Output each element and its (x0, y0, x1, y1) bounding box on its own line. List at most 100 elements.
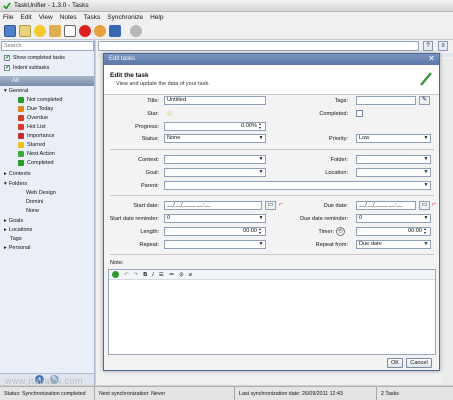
tree-folder-none[interactable]: None (0, 207, 94, 215)
tree-overdue[interactable]: Overdue (0, 114, 94, 122)
tree-folders[interactable]: ▾ Folders (0, 180, 94, 188)
tree-starred[interactable]: Starred (0, 141, 94, 149)
tree-folder-domini[interactable]: Domini (0, 198, 94, 206)
timer-input[interactable]: 00:00 (356, 227, 431, 236)
tree-starred-label: Starred (27, 142, 46, 148)
start-reminder-select[interactable]: 0 ▼ (164, 214, 266, 223)
progress-input[interactable]: 0.00% (164, 122, 266, 131)
indent-subtasks-option[interactable]: ✔ Indent subtasks (4, 63, 49, 72)
menu-view[interactable]: View (39, 14, 53, 21)
redo-icon[interactable]: ↷ (134, 272, 139, 278)
tree-not-completed[interactable]: Not completed (0, 96, 94, 104)
star-icon[interactable] (34, 25, 46, 37)
reset-date-icon[interactable]: ⌐ (432, 201, 436, 208)
strikethrough-icon[interactable]: ⊘ (179, 272, 184, 278)
star-toggle-icon[interactable]: ☆ (166, 109, 173, 118)
context-select[interactable]: ▼ (164, 155, 266, 164)
repeat-from-select[interactable]: Due date ▼ (356, 240, 431, 249)
tree-tags[interactable]: Tags (0, 235, 94, 243)
tree-due-today[interactable]: Due Today (0, 105, 94, 113)
tree-general[interactable]: ▾ General (0, 87, 94, 95)
show-completed-option[interactable]: ✔ Show completed tasks (4, 53, 65, 62)
document-icon[interactable] (64, 25, 76, 37)
tree-hot-list[interactable]: Hot List (0, 123, 94, 131)
tree-all[interactable]: All (0, 76, 94, 86)
attach-icon[interactable]: ⌀ (189, 272, 192, 278)
calendar-icon[interactable]: ▭ (419, 201, 430, 210)
location-select[interactable]: ▼ (356, 168, 431, 177)
pause-icon[interactable] (109, 25, 121, 37)
bold-icon[interactable]: B (143, 272, 147, 278)
menu-help[interactable]: Help (150, 14, 163, 21)
length-spinner-icon[interactable]: ▴ ▾ (259, 227, 261, 235)
tree-next-action[interactable]: Next Action (0, 150, 94, 158)
start-date-input[interactable]: __/__/____ __:__ (164, 201, 262, 210)
tree-locations[interactable]: ▸ Locations (0, 226, 94, 234)
menu-bar: File Edit View Notes Tasks Synchronize H… (0, 12, 453, 23)
calendar-icon[interactable]: ▭ (265, 201, 276, 210)
show-completed-checkbox[interactable]: ✔ (4, 54, 10, 61)
task-list-menu-icon[interactable]: ≡ (438, 41, 448, 51)
menu-edit[interactable]: Edit (20, 14, 31, 21)
sidebar-search-input[interactable] (1, 41, 94, 51)
parent-select[interactable]: ▼ (164, 181, 431, 190)
due-reminder-select[interactable]: 0 ▼ (356, 214, 431, 223)
cancel-button[interactable]: Cancel (406, 358, 432, 368)
numbered-list-icon[interactable]: ≔ (169, 272, 175, 278)
tree-personal[interactable]: ▸ Personal (0, 244, 94, 252)
collapse-arrow-icon[interactable]: ▸ (4, 171, 7, 177)
tree-contexts-label: Contexts (8, 171, 31, 177)
sync-icon[interactable] (94, 25, 106, 37)
priority-select[interactable]: Low ▼ (356, 134, 431, 143)
title-input[interactable]: Untitled (164, 96, 266, 105)
indent-subtasks-checkbox[interactable]: ✔ (4, 64, 10, 71)
collapse-arrow-icon[interactable]: ▸ (4, 245, 7, 251)
timer-clock-icon[interactable]: ◴ (336, 227, 345, 236)
menu-notes[interactable]: Notes (60, 14, 77, 21)
folder-icon[interactable] (49, 25, 61, 37)
note-icon[interactable] (19, 25, 31, 37)
search-help-icon[interactable]: ? (423, 41, 433, 51)
clock-icon (18, 106, 24, 112)
tree-importance[interactable]: Importance (0, 132, 94, 140)
timer-spinner-icon[interactable]: ▴ ▾ (424, 227, 426, 235)
folder-select[interactable]: ▼ (356, 155, 431, 164)
menu-file[interactable]: File (3, 14, 13, 21)
expand-arrow-icon[interactable]: ▾ (4, 88, 7, 94)
expand-arrow-icon[interactable]: ▾ (4, 181, 7, 187)
chevron-down-icon: ▼ (423, 135, 429, 141)
task-list-scrollbar[interactable] (441, 58, 453, 385)
chevron-down-icon: ▼ (258, 135, 264, 141)
tags-input[interactable] (356, 96, 416, 105)
undo-icon[interactable]: ↶ (124, 272, 129, 278)
delete-icon[interactable] (79, 25, 91, 37)
goal-select[interactable]: ▼ (164, 168, 266, 177)
tree-goals[interactable]: ▸ Goals (0, 217, 94, 225)
ok-button[interactable]: OK (387, 358, 403, 368)
close-icon[interactable]: ✕ (427, 55, 436, 64)
edit-tags-icon[interactable]: ✎ (419, 96, 430, 105)
length-input[interactable]: 00:00 (164, 227, 266, 236)
reset-date-icon[interactable]: ⌐ (279, 201, 283, 208)
add-link-icon[interactable] (112, 271, 119, 278)
due-date-input[interactable]: __/__/____ __:__ (356, 201, 416, 210)
warning-icon (18, 115, 24, 121)
note-editor[interactable]: ↶ ↷ B I ☰ ≔ ⊘ ⌀ (108, 269, 436, 355)
refresh-icon[interactable] (130, 25, 142, 37)
tree-completed[interactable]: Completed (0, 159, 94, 167)
task-search-input[interactable] (98, 41, 419, 51)
bullet-list-icon[interactable]: ☰ (159, 272, 164, 278)
italic-icon[interactable]: I (152, 272, 154, 278)
completed-checkbox[interactable] (356, 110, 363, 117)
repeat-select[interactable]: ▼ (164, 240, 266, 249)
sidebar-search-field[interactable] (2, 42, 93, 50)
progress-spinner-icon[interactable]: ▴ ▾ (259, 122, 261, 130)
tree-contexts[interactable]: ▸ Contexts (0, 170, 94, 178)
collapse-arrow-icon[interactable]: ▸ (4, 218, 7, 224)
menu-synchronize[interactable]: Synchronize (107, 14, 143, 21)
calendar-icon[interactable] (4, 25, 16, 37)
status-select[interactable]: None ▼ (164, 134, 266, 143)
tree-folder-web-design[interactable]: Web Design (0, 189, 94, 197)
menu-tasks[interactable]: Tasks (84, 14, 101, 21)
collapse-arrow-icon[interactable]: ▸ (4, 227, 7, 233)
